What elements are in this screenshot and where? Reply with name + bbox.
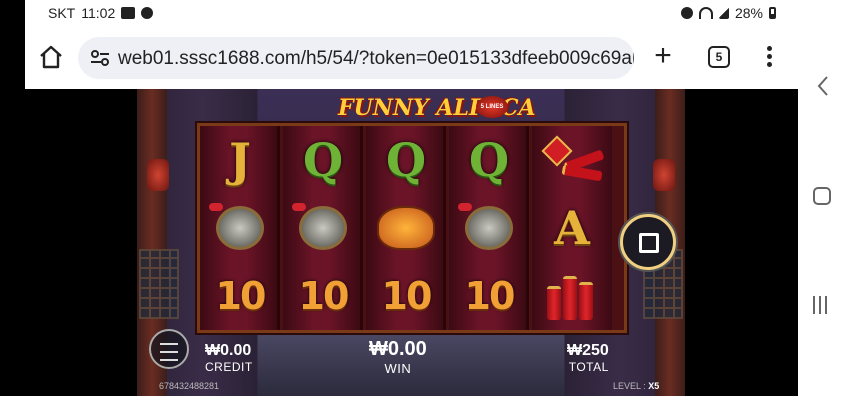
symbol-q: Q bbox=[385, 133, 427, 187]
symbol-scatter bbox=[532, 126, 612, 194]
symbol-a: A bbox=[554, 201, 590, 255]
level-indicator: LEVEL : X5 bbox=[613, 381, 659, 391]
carrier-label: SKT bbox=[48, 5, 76, 21]
credit-label: CREDIT bbox=[205, 360, 253, 374]
battery-icon bbox=[769, 7, 776, 19]
home-key-icon[interactable] bbox=[813, 187, 831, 205]
slot-game: FUNNY ALPACA 5 LINES J 10 Q 10 Q 10 Q 10 bbox=[137, 89, 685, 396]
stop-icon bbox=[639, 233, 659, 253]
battery-percent: 28% bbox=[734, 5, 763, 21]
symbol-gong bbox=[283, 194, 363, 262]
status-bar: SKT 11:02 28% bbox=[25, 0, 798, 28]
symbol-money-bag bbox=[366, 194, 446, 262]
game-menu-button[interactable] bbox=[149, 329, 189, 369]
reel-2: Q 10 bbox=[283, 126, 363, 330]
browser-chrome: SKT 11:02 28% web01.sssc1688.com/h5/54/?… bbox=[25, 0, 798, 89]
game-logo: FUNNY ALPACA 5 LINES bbox=[322, 92, 536, 124]
gong-icon bbox=[209, 203, 264, 250]
back-icon[interactable] bbox=[814, 74, 832, 98]
symbol-ten: 10 bbox=[215, 274, 267, 318]
lantern-decoration bbox=[653, 159, 675, 191]
new-tab-icon[interactable]: + bbox=[651, 41, 675, 71]
symbol-ten: 10 bbox=[381, 274, 433, 318]
chat-notification-icon bbox=[141, 7, 154, 19]
tab-switcher-button[interactable]: 5 bbox=[708, 46, 730, 68]
money-bag-icon bbox=[377, 206, 435, 250]
reel-4: Q 10 bbox=[449, 126, 529, 330]
wifi-icon bbox=[698, 7, 713, 19]
level-label: LEVEL : bbox=[613, 381, 646, 391]
reel-1: J 10 bbox=[200, 126, 280, 330]
symbol-q: Q bbox=[468, 133, 510, 187]
recent-apps-icon[interactable] bbox=[813, 296, 833, 318]
gong-icon bbox=[292, 203, 347, 250]
level-value: X5 bbox=[648, 381, 660, 391]
symbol-firecracker bbox=[532, 262, 612, 330]
player-id: 678432488281 bbox=[159, 381, 220, 391]
signal-icon bbox=[718, 7, 729, 19]
address-bar[interactable]: web01.sssc1688.com/h5/54/?token=0e015133… bbox=[78, 37, 634, 79]
symbol-gong bbox=[200, 194, 280, 262]
total-value: ₩250 bbox=[567, 342, 609, 359]
symbol-ten: 10 bbox=[298, 274, 350, 318]
clock: 11:02 bbox=[81, 5, 116, 21]
system-navigation-bar bbox=[798, 0, 850, 396]
symbol-j: J bbox=[229, 133, 251, 187]
reel-5: A bbox=[532, 126, 612, 330]
browser-toolbar: web01.sssc1688.com/h5/54/?token=0e015133… bbox=[25, 33, 798, 83]
site-settings-icon[interactable] bbox=[90, 49, 110, 67]
gong-icon bbox=[458, 203, 513, 250]
win-display: ₩0.00 WIN bbox=[369, 338, 427, 376]
firecracker-icon bbox=[543, 270, 601, 322]
symbol-gong bbox=[449, 194, 529, 262]
lantern-decoration bbox=[147, 159, 169, 191]
symbol-q: Q bbox=[302, 133, 344, 187]
alarm-icon bbox=[680, 7, 693, 19]
win-value: ₩0.00 bbox=[369, 338, 427, 360]
symbol-ten: 10 bbox=[464, 274, 516, 318]
win-label: WIN bbox=[384, 361, 412, 376]
gallery-notification-icon bbox=[121, 7, 136, 19]
spin-button[interactable] bbox=[620, 214, 676, 270]
window-lattice bbox=[139, 249, 179, 319]
more-menu-icon[interactable] bbox=[765, 46, 773, 70]
lines-badge: 5 LINES bbox=[476, 96, 508, 118]
total-bet-display[interactable]: ₩250 TOTAL bbox=[567, 342, 609, 374]
reel-3: Q 10 bbox=[366, 126, 446, 330]
reel-grid: J 10 Q 10 Q 10 Q 10 A bbox=[197, 123, 627, 333]
url-text: web01.sssc1688.com/h5/54/?token=0e015133… bbox=[118, 48, 634, 69]
firecracker-scatter-icon bbox=[541, 134, 605, 186]
credit-value: ₩0.00 bbox=[205, 342, 252, 359]
home-icon[interactable] bbox=[37, 43, 65, 71]
total-label: TOTAL bbox=[568, 360, 609, 374]
credit-display: ₩0.00 CREDIT bbox=[205, 342, 253, 374]
